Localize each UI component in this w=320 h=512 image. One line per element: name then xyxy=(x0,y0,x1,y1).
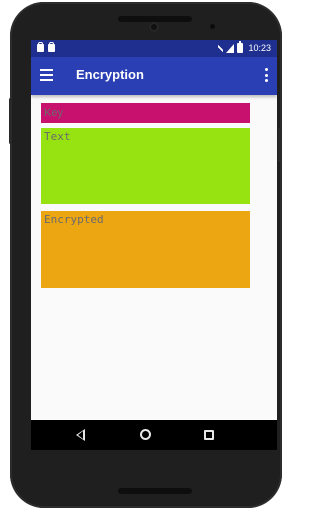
hamburger-menu-icon[interactable] xyxy=(40,69,53,81)
notification-icon xyxy=(37,42,44,52)
navigation-bar xyxy=(31,420,277,450)
overflow-menu-icon[interactable] xyxy=(265,68,268,82)
power-button xyxy=(278,128,281,162)
signal-icon xyxy=(226,43,235,53)
earpiece-speaker xyxy=(118,16,192,22)
front-camera xyxy=(149,22,159,32)
screen: 10:23 Encryption xyxy=(31,40,277,450)
bottom-speaker xyxy=(118,488,192,494)
page-title: Encryption xyxy=(76,67,144,82)
status-clock: 10:23 xyxy=(248,43,271,53)
proximity-sensor xyxy=(210,24,215,29)
recents-icon[interactable] xyxy=(204,430,214,440)
status-bar: 10:23 xyxy=(31,40,277,57)
status-notifications xyxy=(37,42,55,52)
status-indicators: 10:23 xyxy=(218,41,271,53)
back-icon[interactable] xyxy=(76,429,85,441)
no-network-icon xyxy=(218,43,224,53)
home-icon[interactable] xyxy=(140,429,151,440)
key-input[interactable] xyxy=(41,103,250,123)
notification-icon xyxy=(48,42,55,52)
text-input[interactable] xyxy=(41,128,250,204)
battery-icon xyxy=(237,41,244,53)
volume-button xyxy=(9,98,12,144)
encrypted-output[interactable] xyxy=(41,211,250,288)
app-toolbar: Encryption xyxy=(31,57,277,95)
